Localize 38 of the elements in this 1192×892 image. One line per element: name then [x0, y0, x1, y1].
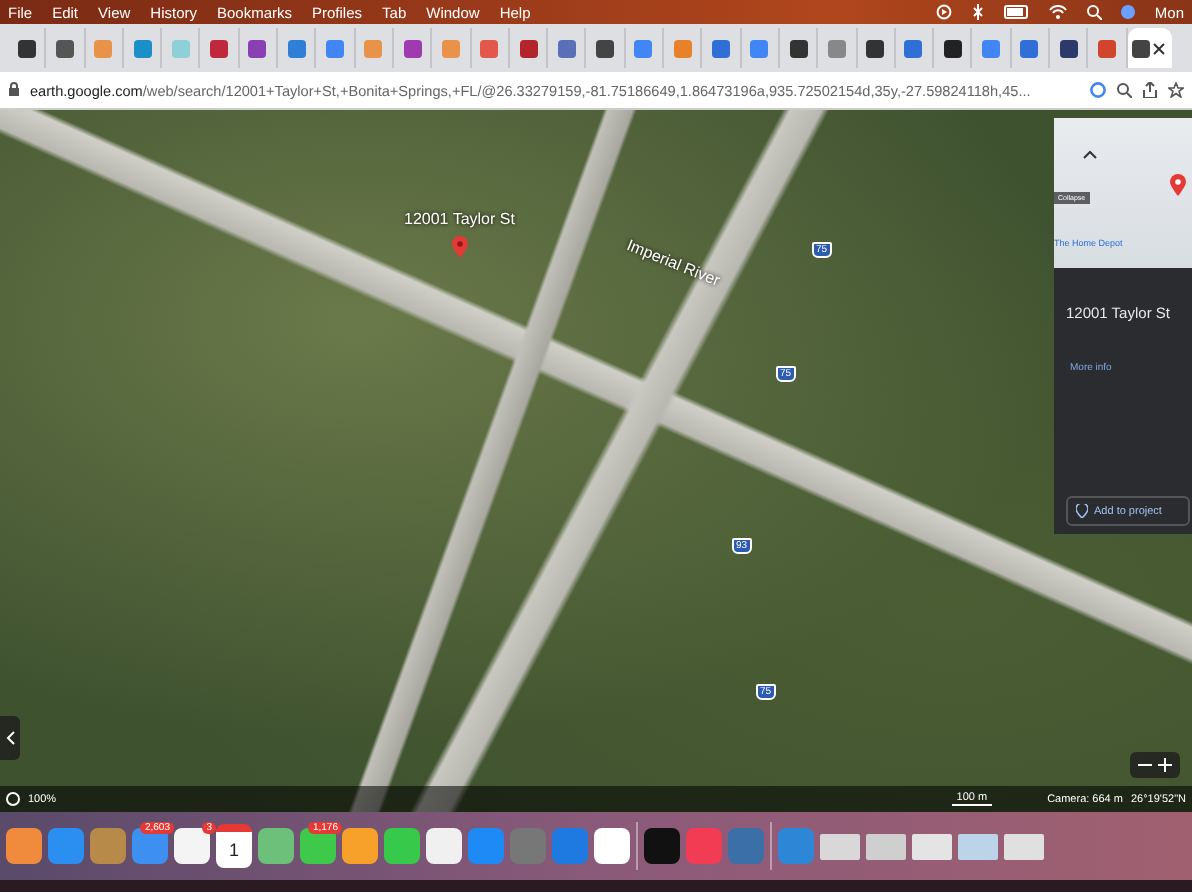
dock-app-icon[interactable]	[594, 828, 630, 864]
share-icon[interactable]	[1142, 82, 1158, 98]
dock-app-icon[interactable]	[90, 828, 126, 864]
search-icon[interactable]	[1086, 4, 1103, 20]
lock-icon	[8, 82, 20, 98]
calendar-app-icon[interactable]: 1	[216, 824, 252, 868]
play-icon[interactable]	[936, 4, 953, 20]
battery-icon[interactable]	[1004, 4, 1031, 20]
siri-icon[interactable]	[1120, 4, 1137, 20]
zoom-icon[interactable]	[1116, 82, 1132, 98]
collapse-side-button[interactable]	[0, 716, 20, 760]
dock-app-icon[interactable]	[644, 828, 680, 864]
window-thumbnail[interactable]	[958, 833, 998, 859]
window-thumbnail[interactable]	[866, 833, 906, 859]
location-pin-icon	[1170, 174, 1186, 196]
wifi-icon[interactable]	[1048, 4, 1069, 20]
bookmark-star-icon[interactable]	[1168, 82, 1184, 98]
window-thumbnail[interactable]	[912, 833, 952, 859]
bluetooth-icon[interactable]	[970, 4, 987, 20]
dock-app-icon[interactable]	[6, 828, 42, 864]
zoom-in-icon[interactable]	[1158, 758, 1172, 772]
loading-icon	[6, 792, 20, 806]
window-thumbnail[interactable]	[1004, 833, 1044, 859]
dock-app-icon[interactable]	[342, 828, 378, 864]
place-label: 12001 Taylor St	[404, 210, 515, 228]
dock-app-icon[interactable]	[426, 828, 462, 864]
dock-app-icon[interactable]	[48, 828, 84, 864]
dock-app-icon[interactable]	[384, 828, 420, 864]
caret-up-icon[interactable]	[1082, 150, 1098, 160]
close-icon[interactable]	[1152, 41, 1167, 55]
calendar-date: 1	[228, 840, 239, 860]
window-thumbnail[interactable]	[820, 833, 860, 859]
browser-tab[interactable]	[1127, 28, 1172, 68]
dock-app-icon[interactable]	[258, 828, 294, 864]
satellite-map-photo[interactable]	[0, 110, 1192, 812]
chevron-left-icon	[5, 730, 15, 746]
location-pin-icon	[452, 236, 468, 258]
zoom-out-icon[interactable]	[1138, 758, 1152, 772]
